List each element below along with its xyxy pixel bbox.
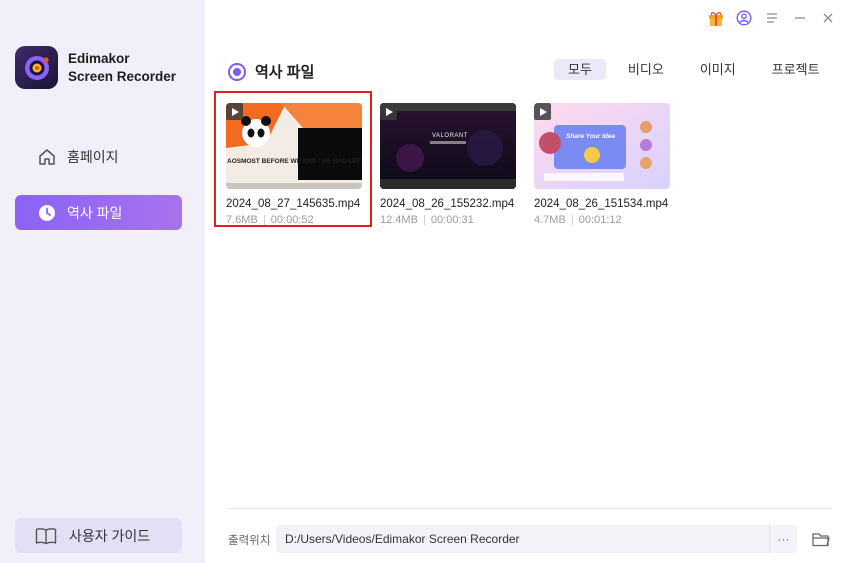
tab-video[interactable]: 비디오 <box>614 59 678 80</box>
menu-icon[interactable] <box>758 8 786 28</box>
logo-icon <box>24 55 49 80</box>
divider <box>228 508 832 509</box>
output-location-label: 출력위치 <box>228 535 271 547</box>
brand: Edimakor Screen Recorder <box>15 46 176 89</box>
page-title-text: 역사 파일 <box>255 64 315 81</box>
file-size: 4.7MB <box>534 214 566 226</box>
output-path-text: D:/Users/Videos/Edimakor Screen Recorder <box>285 532 520 546</box>
sidebar-item-home[interactable]: 홈페이지 <box>15 139 182 174</box>
thumbnail-caption: VALORANT <box>432 133 468 139</box>
thumbnail-caption: Share Your Idea <box>566 133 616 140</box>
window-titlebar <box>702 8 842 28</box>
open-folder-icon[interactable] <box>811 530 831 548</box>
sidebar-item-label: 홈페이지 <box>67 148 119 165</box>
tab-image[interactable]: 이미지 <box>686 59 750 80</box>
filter-tabs: 모두 비디오 이미지 프로젝트 <box>554 59 834 80</box>
page-title: 역사 파일 <box>228 61 314 82</box>
file-meta: 12.4MB 00:00:31 <box>380 214 516 226</box>
file-name: 2024_08_26_155232.mp4 <box>380 198 515 210</box>
app-logo <box>15 46 58 89</box>
play-icon <box>380 103 397 120</box>
clock-icon <box>37 203 57 223</box>
video-thumbnail[interactable]: Share Your Idea <box>534 103 670 189</box>
output-path-field[interactable]: D:/Users/Videos/Edimakor Screen Recorder… <box>276 525 797 553</box>
user-guide-label: 사용자 가이드 <box>69 527 151 544</box>
minimize-icon[interactable] <box>786 8 814 28</box>
book-icon <box>35 527 57 545</box>
thumbnail-image <box>380 103 516 189</box>
history-radio-icon <box>228 62 246 81</box>
home-icon <box>37 147 57 167</box>
user-guide-button[interactable]: 사용자 가이드 <box>15 518 182 553</box>
app-name-line2: Screen Recorder <box>68 68 177 84</box>
file-card[interactable]: VALORANT 2024_08_26_155232.mp4 12.4MB 00:… <box>380 103 516 226</box>
file-size: 12.4MB <box>380 214 418 226</box>
sidebar-item-history[interactable]: 역사 파일 <box>15 195 182 230</box>
app-name: Edimakor Screen Recorder <box>68 50 176 86</box>
sidebar: Edimakor Screen Recorder 홈페이지 역사 파일 사용자 … <box>0 0 205 563</box>
tab-project[interactable]: 프로젝트 <box>758 59 834 80</box>
file-duration: 00:00:31 <box>430 214 474 226</box>
sidebar-item-label: 역사 파일 <box>67 204 123 221</box>
gift-icon[interactable] <box>702 8 730 28</box>
selection-highlight <box>214 91 372 227</box>
close-icon[interactable] <box>814 8 842 28</box>
tab-all[interactable]: 모두 <box>554 59 606 80</box>
video-thumbnail[interactable]: VALORANT <box>380 103 516 189</box>
play-icon <box>534 103 551 120</box>
file-card[interactable]: Share Your Idea 2024_08_26_151534.mp4 4.… <box>534 103 670 226</box>
app-name-line1: Edimakor <box>68 50 130 66</box>
thumbnail-image <box>534 103 670 189</box>
file-name: 2024_08_26_151534.mp4 <box>534 198 669 210</box>
file-duration: 00:01:12 <box>578 214 622 226</box>
file-meta: 4.7MB 00:01:12 <box>534 214 670 226</box>
account-icon[interactable] <box>730 8 758 28</box>
browse-more-button[interactable]: ··· <box>769 525 797 553</box>
